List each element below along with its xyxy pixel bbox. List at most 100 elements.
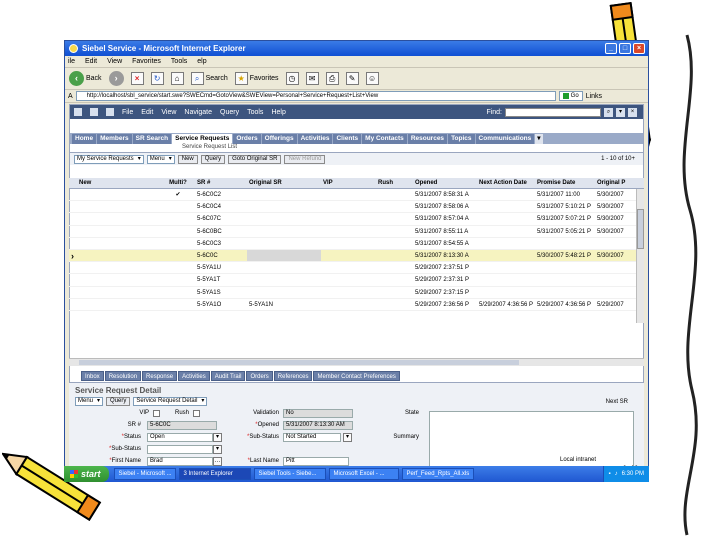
sub-tab-service-request-list[interactable]: Service Request List: [70, 144, 643, 153]
find-input[interactable]: [505, 107, 601, 117]
siebel-menu-view[interactable]: View: [161, 109, 176, 116]
home-icon[interactable]: ⌂: [170, 72, 184, 85]
address-input[interactable]: http://localhost/sbl_service/start.swe?S…: [75, 91, 556, 101]
list-view-select[interactable]: My Service Requests ▾: [74, 154, 144, 164]
ie-toolbar: ‹ Back › × ↻ ⌂ ⌕ Search ★ Favorites ◷ ✉ …: [65, 68, 648, 90]
history-icon[interactable]: ◷: [285, 72, 299, 85]
ie-menu-edit[interactable]: Edit: [85, 58, 97, 65]
minimize-button[interactable]: _: [605, 43, 617, 54]
tray-clock: 6:30 PM: [621, 471, 644, 477]
search-label: Search: [205, 75, 228, 82]
print-icon[interactable]: ⎙: [325, 72, 339, 85]
tab-clients[interactable]: Clients: [333, 134, 362, 144]
forward-button[interactable]: ›: [108, 71, 124, 86]
tab-home[interactable]: Home: [72, 134, 97, 144]
siebel-menubar: File Edit View Navigate Query Tools Help…: [70, 105, 643, 119]
favorites-label: Favorites: [249, 75, 279, 82]
ie-menu-favorites[interactable]: Favorites: [132, 58, 161, 65]
find-close-icon[interactable]: ×: [628, 107, 637, 117]
list-view-select-value: My Service Requests: [77, 155, 134, 162]
tab-my-contacts[interactable]: My Contacts: [362, 134, 407, 144]
siebel-home-icon[interactable]: [74, 108, 82, 116]
siebel-save-icon[interactable]: [90, 108, 98, 116]
chevron-down-icon: ▾: [168, 155, 172, 162]
list-menu-button[interactable]: Menu ▾: [146, 154, 175, 164]
screen-tabs: Home Members SR Search Service Requests …: [70, 133, 643, 144]
tabs-more-chevron-down-icon[interactable]: ▾: [535, 134, 543, 144]
query-button[interactable]: Query: [200, 154, 226, 164]
task-perf-feed-xls[interactable]: Perf_Feed_Rpts_All.xls: [401, 468, 474, 480]
find-options-icon[interactable]: ▾: [616, 107, 625, 117]
siebel-menu-edit[interactable]: Edit: [141, 109, 153, 116]
siebel-menu-query[interactable]: Query: [220, 109, 239, 116]
go-button[interactable]: Go: [558, 91, 583, 101]
task-excel[interactable]: Microsoft Excel - ...: [328, 468, 399, 480]
new-button[interactable]: New: [177, 154, 198, 164]
address-bar: A http://localhost/sbl_service/start.swe…: [65, 90, 648, 103]
goto-original-sr-button[interactable]: Goto Original SR: [228, 154, 282, 164]
window-title: Siebel Service - Microsoft Internet Expl…: [82, 44, 246, 53]
close-window-button[interactable]: ×: [633, 43, 645, 54]
siebel-menu-tools[interactable]: Tools: [247, 109, 263, 116]
tab-orders[interactable]: Orders: [233, 134, 261, 144]
mail-icon[interactable]: ✉: [305, 72, 319, 85]
volume-icon[interactable]: ♪: [615, 471, 618, 477]
window-titlebar: Siebel Service - Microsoft Internet Expl…: [65, 41, 648, 56]
browser-window: Siebel Service - Microsoft Internet Expl…: [64, 40, 649, 482]
favorites-button[interactable]: ★ Favorites: [234, 72, 279, 85]
ie-logo-icon: [69, 44, 78, 53]
go-label: Go: [570, 93, 579, 99]
tab-topics[interactable]: Topics: [448, 134, 475, 144]
ie-menubar: ile Edit View Favorites Tools elp: [65, 56, 648, 68]
find-search-icon[interactable]: ⌕: [604, 107, 613, 117]
back-arrow-icon: ‹: [69, 71, 84, 86]
squiggle-line-right: [682, 34, 698, 536]
screen-spacer: [70, 119, 643, 133]
find-label: Find:: [486, 108, 502, 116]
refresh-icon[interactable]: ↻: [150, 72, 164, 85]
list-toolbar: My Service Requests ▾ Menu ▾ New Query Got…: [70, 153, 643, 165]
address-label: A: [68, 92, 73, 100]
messenger-icon[interactable]: ☺: [365, 72, 379, 85]
go-arrow-icon: [562, 93, 569, 99]
tab-sr-search[interactable]: SR Search: [132, 134, 172, 144]
siebel-menu-navigate[interactable]: Navigate: [184, 109, 212, 116]
windows-taskbar: start Siebel - Microsoft ... 3 Internet …: [64, 466, 649, 482]
list-menu-label: Menu: [149, 155, 165, 162]
chevron-down-icon: ▾: [137, 155, 141, 162]
tab-resources[interactable]: Resources: [407, 134, 448, 144]
network-icon[interactable]: ▪: [609, 471, 611, 477]
ie-menu-file[interactable]: ile: [68, 58, 75, 65]
windows-logo-icon: [70, 470, 78, 478]
new-refund-button[interactable]: New Refund: [284, 154, 326, 164]
back-button[interactable]: ‹ Back: [69, 71, 102, 86]
task-internet-explorer-group[interactable]: 3 Internet Explorer: [178, 468, 251, 480]
start-button[interactable]: start: [64, 466, 109, 482]
ie-zone-indicator: Local intranet: [560, 457, 597, 463]
task-siebel-ie[interactable]: Siebel - Microsoft ...: [113, 468, 176, 480]
tab-service-requests[interactable]: Service Requests: [172, 134, 233, 144]
tab-activities[interactable]: Activities: [297, 134, 333, 144]
ie-menu-help[interactable]: elp: [197, 58, 206, 65]
siebel-queue-icon[interactable]: [106, 108, 114, 116]
taskbar-tasks: Siebel - Microsoft ... 3 Internet Explor…: [109, 468, 474, 480]
ie-menu-view[interactable]: View: [107, 58, 122, 65]
search-icon: ⌕: [190, 72, 204, 85]
edit-icon[interactable]: ✎: [345, 72, 359, 85]
tab-members[interactable]: Members: [97, 134, 132, 144]
search-button[interactable]: ⌕ Search: [190, 72, 228, 85]
links-label[interactable]: Links: [586, 93, 602, 100]
maximize-button[interactable]: □: [619, 43, 631, 54]
siebel-menu-help[interactable]: Help: [271, 109, 285, 116]
task-siebel-tools[interactable]: Siebel Tools - Siebe...: [253, 468, 326, 480]
siebel-menu-file[interactable]: File: [122, 109, 133, 116]
back-label: Back: [86, 75, 102, 82]
stop-icon[interactable]: ×: [130, 72, 144, 85]
forward-arrow-icon: ›: [108, 71, 124, 86]
tab-communications[interactable]: Communications: [475, 134, 535, 144]
tab-offerings[interactable]: Offerings: [261, 134, 297, 144]
system-tray: ▪ ♪ 6:30 PM: [602, 466, 649, 482]
siebel-page: File Edit View Navigate Query Tools Help…: [69, 104, 644, 478]
ie-menu-tools[interactable]: Tools: [171, 58, 187, 65]
start-label: start: [81, 469, 101, 479]
